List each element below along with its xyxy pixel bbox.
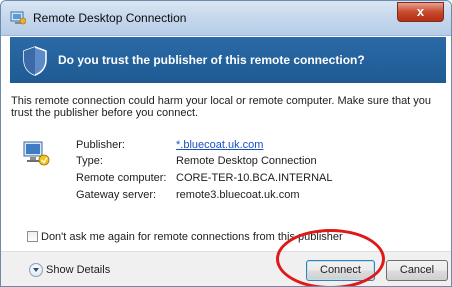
shield-icon	[23, 46, 47, 76]
annotation-circle	[276, 229, 385, 286]
banner-heading: Do you trust the publisher of this remot…	[58, 53, 365, 67]
chevron-down-icon[interactable]	[29, 263, 43, 277]
detail-value: CORE-TER-10.BCA.INTERNAL	[176, 172, 333, 184]
cancel-button[interactable]: Cancel	[386, 260, 448, 281]
dont-ask-again-checkbox[interactable]	[27, 231, 38, 242]
warning-text: This remote connection could harm your l…	[11, 95, 432, 119]
detail-label: Gateway server:	[76, 189, 157, 201]
remote-desktop-icon	[10, 11, 26, 25]
close-button[interactable]: x	[397, 2, 444, 22]
detail-value: Remote Desktop Connection	[176, 155, 317, 167]
title-bar[interactable]: Remote Desktop Connection x	[1, 1, 451, 36]
show-details-button[interactable]: Show Details	[46, 264, 110, 276]
detail-label: Remote computer:	[76, 172, 167, 184]
detail-label: Type:	[76, 155, 103, 167]
computer-icon	[23, 141, 50, 166]
publisher-link[interactable]: *.bluecoat.uk.com	[176, 139, 263, 151]
detail-value: remote3.bluecoat.uk.com	[176, 189, 300, 201]
trust-banner: Do you trust the publisher of this remot…	[10, 37, 446, 83]
dialog-window: Remote Desktop Connection x Do you trust…	[0, 0, 452, 287]
detail-label: Publisher:	[76, 139, 125, 151]
window-title: Remote Desktop Connection	[33, 11, 187, 25]
